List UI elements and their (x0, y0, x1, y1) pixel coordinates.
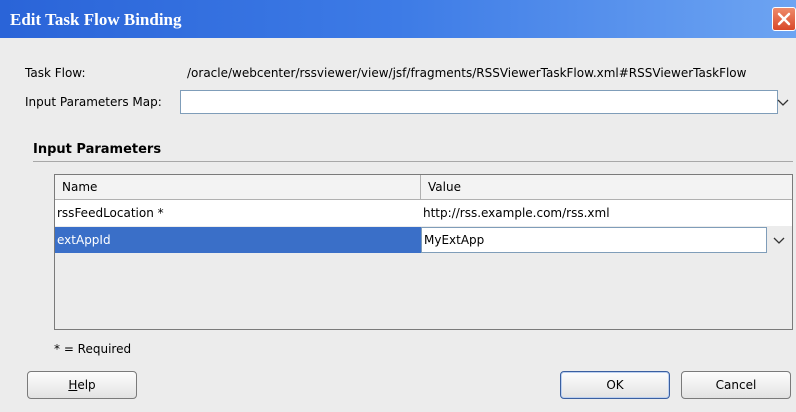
section-title: Input Parameters (33, 142, 162, 157)
help-label: elp (77, 378, 96, 392)
chevron-down-icon[interactable] (775, 93, 791, 111)
help-mnemonic: H (68, 378, 78, 392)
table-row[interactable]: extAppId MyExtApp (55, 227, 792, 253)
param-value[interactable]: http://rss.example.com/rss.xml (421, 200, 792, 226)
task-flow-label: Task Flow: (25, 66, 86, 80)
chevron-down-icon[interactable] (771, 231, 787, 249)
cancel-button[interactable]: Cancel (681, 371, 791, 399)
task-flow-value: /oracle/webcenter/rssviewer/view/jsf/fra… (187, 66, 747, 80)
param-name[interactable]: rssFeedLocation * (55, 200, 421, 226)
param-value-editor[interactable]: MyExtApp (421, 227, 767, 253)
params-map-combo[interactable] (180, 90, 778, 114)
parameters-table[interactable]: Name Value rssFeedLocation * http://rss.… (54, 174, 793, 330)
help-button[interactable]: Help (27, 371, 137, 399)
table-row[interactable]: rssFeedLocation * http://rss.example.com… (55, 200, 792, 226)
column-header-name[interactable]: Name (55, 175, 421, 200)
dialog-title: Edit Task Flow Binding (10, 10, 182, 29)
params-map-label: Input Parameters Map: (25, 95, 162, 109)
column-header-value[interactable]: Value (421, 175, 781, 200)
required-note: * = Required (54, 342, 132, 356)
title-bar: Edit Task Flow Binding (0, 0, 796, 38)
header-corner (781, 175, 792, 200)
section-divider (33, 161, 793, 162)
param-name[interactable]: extAppId (55, 227, 421, 253)
close-button[interactable] (772, 7, 796, 31)
ok-button[interactable]: OK (560, 371, 670, 399)
close-icon (777, 12, 791, 26)
